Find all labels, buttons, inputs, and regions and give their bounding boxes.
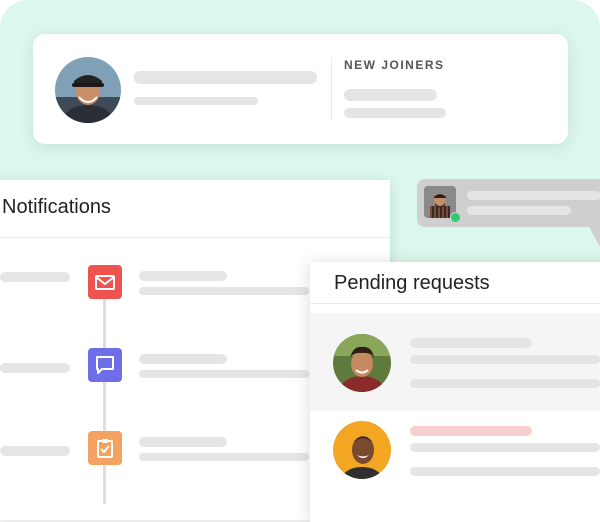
request-name-placeholder-highlight [410, 426, 532, 436]
notification-body-placeholder [139, 370, 309, 378]
request-avatar[interactable] [333, 421, 391, 479]
joiner-name-placeholder [134, 71, 317, 84]
notification-left-placeholder [0, 363, 70, 373]
request-detail-placeholder [410, 379, 600, 388]
notification-body-placeholder [139, 287, 309, 295]
notification-title-placeholder [139, 271, 227, 281]
chat-bubble-tail [588, 225, 600, 247]
notification-body-placeholder [139, 453, 309, 461]
joiner-avatar[interactable] [55, 57, 121, 123]
notification-left-placeholder [0, 272, 70, 282]
notification-icon-task[interactable] [88, 431, 122, 465]
notification-left-placeholder [0, 446, 70, 456]
request-detail-placeholder [410, 443, 600, 452]
timeline-connector [103, 463, 106, 504]
request-avatar[interactable] [333, 334, 391, 392]
timeline-connector [103, 296, 106, 348]
notifications-header-divider [0, 237, 390, 238]
request-name-placeholder [410, 338, 532, 348]
pending-requests-title: Pending requests [334, 272, 490, 294]
timeline-connector [103, 380, 106, 432]
notification-icon-chat[interactable] [88, 348, 122, 382]
joiners-line-2 [344, 108, 446, 118]
request-detail-placeholder [410, 467, 600, 476]
online-status-dot [450, 212, 461, 223]
notification-icon-mail[interactable] [88, 265, 122, 299]
clipboard-check-icon [97, 439, 113, 458]
chat-icon [96, 356, 114, 374]
chat-line-1 [467, 191, 600, 200]
joiner-role-placeholder [134, 97, 258, 105]
joiners-line-1 [344, 89, 437, 101]
notification-title-placeholder [139, 354, 227, 364]
request-detail-placeholder [410, 355, 600, 364]
mail-icon [95, 275, 115, 290]
notifications-title: Notifications [2, 196, 111, 218]
new-joiners-label: NEW JOINERS [344, 58, 445, 72]
card-divider [331, 58, 332, 120]
notification-title-placeholder [139, 437, 227, 447]
pending-header-divider [310, 303, 600, 304]
chat-line-2 [467, 206, 571, 215]
